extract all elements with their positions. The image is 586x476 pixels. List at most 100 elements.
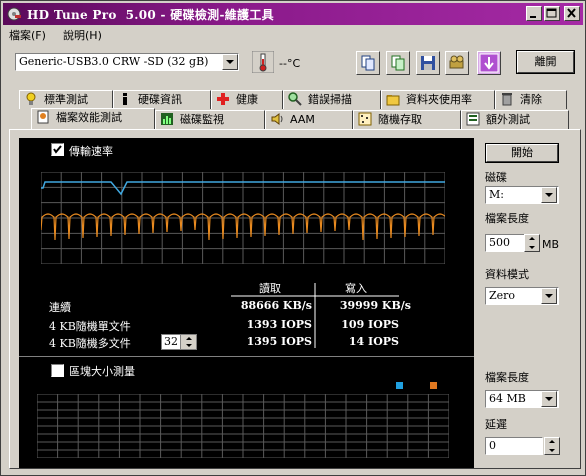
menu-help[interactable]: 說明(H) (63, 27, 102, 43)
app-window: HD Tune Pro 5.00 - 硬碟檢測-維護工具 檔案(F) 說明(H)… (0, 0, 586, 476)
block-size-chart (37, 394, 449, 458)
close-icon (567, 8, 576, 18)
health-cross-icon (217, 93, 229, 105)
spinner-arrows-icon (186, 337, 192, 347)
title-bar[interactable]: HD Tune Pro 5.00 - 硬碟檢測-維護工具 (3, 3, 583, 25)
benchmark-icon (26, 92, 36, 105)
temperature-readout: --°C (279, 57, 301, 70)
random-multi-write-value: 14 IOPS (348, 335, 399, 348)
tab-benchmark[interactable]: 標準測試 (19, 90, 113, 109)
copy-info-button[interactable] (356, 51, 380, 75)
queue-depth-value: 32 (164, 335, 178, 348)
file-length-unit: MB (542, 238, 560, 251)
tab-info[interactable]: 硬碟資訊 (113, 90, 211, 109)
close-button[interactable] (564, 6, 580, 21)
write-column-header: 寫入 (345, 282, 367, 295)
tab-info-label: 硬碟資訊 (138, 93, 182, 106)
drive-options-icon (449, 55, 464, 69)
tab-disk-monitor-label: 磁碟監視 (180, 113, 224, 126)
tab-extra-tests-label: 額外測試 (486, 113, 530, 126)
save-button[interactable] (416, 51, 440, 75)
delay-value: 0 (489, 439, 496, 452)
magnifier-icon (288, 92, 302, 106)
monitor-chart-icon (161, 113, 173, 125)
tab-extra-tests[interactable]: 額外測試 (461, 110, 569, 129)
thermometer-icon (252, 51, 274, 73)
section-divider (19, 356, 474, 357)
drive-label: 磁碟 (485, 171, 507, 184)
file-length-label: 檔案長度 (485, 212, 529, 225)
minimize-icon (530, 16, 536, 18)
tab-disk-monitor[interactable]: 磁碟監視 (155, 110, 265, 129)
random-multi-read-value: 1395 IOPS (246, 335, 312, 348)
delay-label: 延遲 (485, 418, 507, 431)
sequential-label: 連續 (49, 301, 71, 314)
floppy-disk-icon (421, 56, 435, 70)
random-single-write-value: 109 IOPS (341, 318, 399, 331)
download-button[interactable] (477, 51, 501, 75)
arrow-down-icon (479, 53, 499, 73)
maximize-button[interactable] (544, 6, 560, 21)
menu-file[interactable]: 檔案(F) (9, 27, 46, 43)
file-benchmark-icon (37, 110, 49, 124)
menu-bar: 檔案(F) 說明(H) (3, 25, 583, 43)
drive-select-value: Generic-USB3.0 CRW -SD (32 gB) (19, 55, 209, 68)
start-button[interactable]: 開始 (485, 143, 559, 163)
queue-depth-spinner[interactable] (180, 335, 196, 349)
minimize-button[interactable] (526, 6, 542, 21)
block-file-length-dropdown-button[interactable] (541, 391, 557, 407)
delay-spinner[interactable] (544, 437, 560, 455)
tab-erase-label: 清除 (520, 93, 542, 106)
file-length-input[interactable]: 500 (485, 234, 525, 252)
random-single-label: 4 KB隨機單文件 (49, 320, 131, 333)
trash-icon (502, 93, 512, 106)
tab-random-access-label: 隨機存取 (378, 113, 422, 126)
sequential-read-value: 88666 KB/s (240, 299, 312, 312)
speaker-icon (271, 113, 283, 125)
tab-folder-usage[interactable]: 資料夾使用率 (381, 90, 495, 109)
tab-file-benchmark-label: 檔案效能測試 (56, 111, 122, 124)
extra-tests-icon (466, 112, 480, 126)
legend-read-swatch (396, 382, 403, 389)
maximize-icon (546, 8, 557, 18)
data-mode-label: 資料模式 (485, 268, 529, 281)
stats-grid-lines (231, 283, 399, 348)
copy-screen-icon (391, 55, 405, 71)
delay-input[interactable]: 0 (485, 437, 543, 455)
copy-screen-button[interactable] (386, 51, 410, 75)
drive-select[interactable]: Generic-USB3.0 CRW -SD (32 gB) (15, 53, 239, 71)
block-file-length-label: 檔案長度 (485, 371, 529, 384)
tab-aam-label: AAM (290, 113, 315, 126)
drive-dropdown-button[interactable] (222, 54, 238, 70)
file-length-spinner[interactable] (524, 234, 540, 252)
results-area: 傳輸速率 讀取 寫入 連續 88666 KB/s 39999 KB/s 4 KB… (19, 138, 474, 468)
file-length-value: 500 (489, 236, 510, 249)
tab-aam[interactable]: AAM (265, 110, 353, 129)
drive-letter-dropdown-button[interactable] (541, 187, 557, 203)
tab-error-scan[interactable]: 錯誤掃描 (283, 90, 381, 109)
data-mode-dropdown-button[interactable] (541, 288, 557, 304)
options-button[interactable] (445, 51, 469, 75)
window-title: HD Tune Pro 5.00 - 硬碟檢測-維護工具 (27, 8, 274, 22)
queue-depth-input[interactable]: 32 (161, 334, 197, 350)
tab-benchmark-label: 標準測試 (44, 93, 88, 106)
tab-random-access[interactable]: 隨機存取 (353, 110, 461, 129)
app-icon (7, 7, 21, 21)
tab-file-benchmark[interactable]: 檔案效能測試 (31, 108, 155, 129)
data-mode-value: Zero (489, 289, 516, 302)
info-icon (123, 93, 127, 105)
exit-button[interactable]: 離開 (516, 50, 575, 74)
tab-error-scan-label: 錯誤掃描 (308, 93, 352, 106)
block-size-label: 區塊大小測量 (69, 365, 135, 378)
copy-icon (361, 55, 375, 71)
random-multi-label: 4 KB隨機多文件 (49, 337, 131, 350)
drive-letter-value: M: (489, 188, 504, 201)
tab-health[interactable]: 健康 (211, 90, 283, 109)
block-size-checkbox[interactable] (51, 364, 64, 377)
tab-erase[interactable]: 清除 (495, 90, 567, 109)
legend-write-swatch (430, 382, 437, 389)
tab-health-label: 健康 (236, 93, 258, 106)
block-file-length-value: 64 MB (489, 392, 526, 405)
random-access-icon (358, 112, 372, 126)
sequential-write-value: 39999 KB/s (339, 299, 411, 312)
